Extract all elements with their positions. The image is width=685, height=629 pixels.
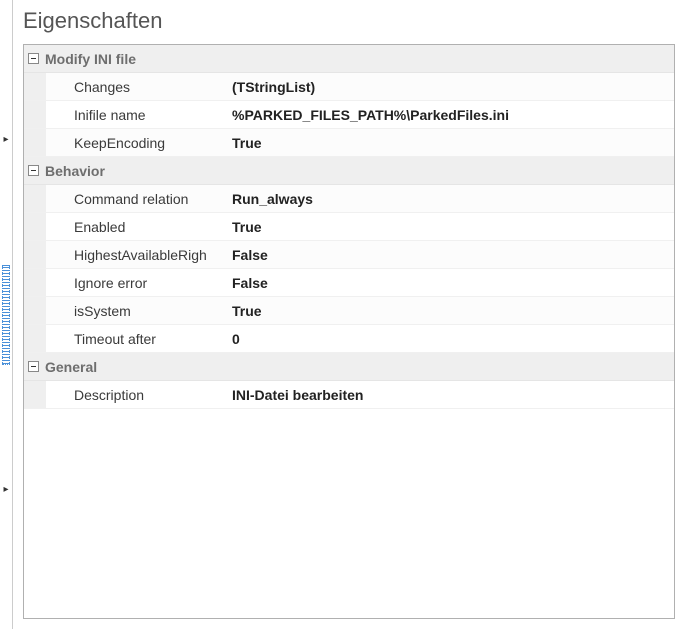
splitter-arrow-bottom[interactable]: ▸ (2, 485, 11, 495)
category-general[interactable]: General (24, 353, 674, 381)
property-row[interactable]: Changes (TStringList) (24, 73, 674, 101)
row-gutter (24, 213, 46, 240)
property-value[interactable]: INI-Datei bearbeiten (224, 387, 674, 403)
category-behavior[interactable]: Behavior (24, 157, 674, 185)
property-name: Command relation (46, 191, 224, 207)
property-value[interactable]: True (224, 219, 674, 235)
property-name: Changes (46, 79, 224, 95)
collapse-icon[interactable] (28, 53, 39, 64)
property-name: Enabled (46, 219, 224, 235)
property-value[interactable]: (TStringList) (224, 79, 674, 95)
row-gutter (24, 269, 46, 296)
property-name: KeepEncoding (46, 135, 224, 151)
property-value[interactable]: True (224, 135, 674, 151)
property-name: isSystem (46, 303, 224, 319)
property-value[interactable]: False (224, 275, 674, 291)
row-gutter (24, 73, 46, 100)
row-gutter (24, 101, 46, 128)
property-grid[interactable]: Modify INI file Changes (TStringList) In… (23, 44, 675, 619)
property-name: HighestAvailableRigh (46, 247, 224, 263)
left-splitter[interactable]: ▸ ▸ (0, 0, 13, 629)
property-value[interactable]: False (224, 247, 674, 263)
property-name: Description (46, 387, 224, 403)
splitter-handle[interactable] (2, 265, 10, 365)
collapse-icon[interactable] (28, 361, 39, 372)
row-gutter (24, 325, 46, 352)
property-row[interactable]: Inifile name %PARKED_FILES_PATH%\ParkedF… (24, 101, 674, 129)
row-gutter (24, 297, 46, 324)
category-label: General (45, 359, 97, 375)
category-modify-ini-file[interactable]: Modify INI file (24, 45, 674, 73)
property-row[interactable]: Enabled True (24, 213, 674, 241)
property-value[interactable]: %PARKED_FILES_PATH%\ParkedFiles.ini (224, 107, 674, 123)
row-gutter (24, 129, 46, 156)
property-row[interactable]: Description INI-Datei bearbeiten (24, 381, 674, 409)
property-value[interactable]: 0 (224, 331, 674, 347)
property-name: Ignore error (46, 275, 224, 291)
property-row[interactable]: HighestAvailableRigh False (24, 241, 674, 269)
property-row[interactable]: KeepEncoding True (24, 129, 674, 157)
property-row[interactable]: Ignore error False (24, 269, 674, 297)
properties-panel: Eigenschaften Modify INI file Changes (T… (13, 0, 685, 629)
property-row[interactable]: Command relation Run_always (24, 185, 674, 213)
category-label: Behavior (45, 163, 105, 179)
panel-title: Eigenschaften (13, 0, 685, 44)
splitter-arrow-top[interactable]: ▸ (2, 135, 11, 145)
property-value[interactable]: Run_always (224, 191, 674, 207)
row-gutter (24, 381, 46, 408)
category-label: Modify INI file (45, 51, 136, 67)
property-row[interactable]: isSystem True (24, 297, 674, 325)
row-gutter (24, 241, 46, 268)
collapse-icon[interactable] (28, 165, 39, 176)
row-gutter (24, 185, 46, 212)
property-name: Inifile name (46, 107, 224, 123)
property-row[interactable]: Timeout after 0 (24, 325, 674, 353)
property-value[interactable]: True (224, 303, 674, 319)
property-name: Timeout after (46, 331, 224, 347)
